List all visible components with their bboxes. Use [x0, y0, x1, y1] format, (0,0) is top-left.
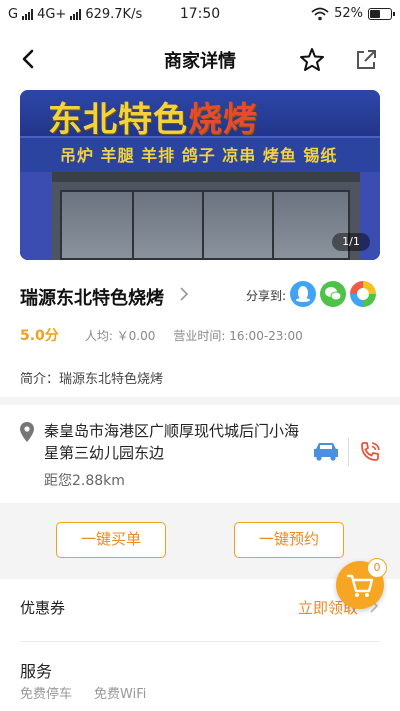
share-moments-button[interactable] [350, 281, 376, 307]
battery-fill [370, 9, 381, 18]
phone-call-icon[interactable] [358, 440, 382, 464]
share-icon[interactable] [352, 46, 380, 74]
wechat-icon [325, 287, 342, 301]
service-tag: 免费停车 [20, 687, 73, 702]
awning [20, 172, 380, 182]
qq-penguin-icon [296, 286, 310, 302]
favorite-star-icon[interactable] [298, 46, 326, 74]
quick-pay-button[interactable]: 一键买单 [56, 522, 166, 558]
image-counter: 1/1 [332, 233, 370, 251]
store-name[interactable]: 瑞源东北特色烧烤 [20, 284, 164, 310]
navigate-car-icon[interactable] [312, 440, 340, 462]
service-tag: 免费WiFi [94, 687, 147, 702]
coupon-label: 优惠券 [20, 599, 66, 617]
status-right: 52% [311, 6, 395, 21]
store-meta-row: 5.0分 人均: ￥0.00 营业时间: 16:00-23:00 [20, 325, 303, 345]
page-title: 商家详情 [164, 51, 236, 72]
pillar-left [20, 172, 52, 260]
wifi-icon [311, 7, 329, 20]
store-intro: 简介：瑞源东北特色烧烤 [20, 372, 164, 387]
quick-reserve-button[interactable]: 一键预约 [234, 522, 344, 558]
share-to-label: 分享到: [246, 289, 287, 303]
row-divider [20, 641, 380, 642]
shop-sign-menu-text: 吊炉 羊腿 羊排 鸽子 凉串 烤鱼 锡纸 [60, 146, 338, 165]
cart-count-badge: 0 [367, 558, 387, 578]
share-wechat-button[interactable] [320, 281, 346, 307]
store-address: 秦皇岛市海港区广顺厚现代城后门小海星第三幼儿园东边 [44, 422, 300, 462]
status-bar: G 4G+ 629.7K/s 17:50 52% [0, 0, 400, 30]
shop-sign-main: 东北特色 [48, 100, 188, 140]
shop-sign-menu: 吊炉 羊腿 羊排 鸽子 凉串 烤鱼 锡纸 [20, 136, 380, 172]
service-tags: 免费停车 免费WiFi [20, 683, 146, 702]
store-distance: 距您2.88km [44, 473, 125, 489]
business-hours: 营业时间: 16:00-23:00 [173, 329, 303, 343]
store-photo[interactable]: 东北特色烧烤 吊炉 羊腿 羊排 鸽子 凉串 烤鱼 锡纸 1/1 [20, 90, 380, 260]
shop-door [60, 190, 350, 260]
average-price: 人均: ￥0.00 [84, 329, 156, 343]
services-title: 服务 [20, 662, 53, 681]
battery-percent: 52% [334, 6, 363, 21]
nav-bar: 商家详情 [0, 30, 400, 88]
battery-icon [368, 7, 395, 20]
chevron-right-icon[interactable] [178, 286, 190, 302]
section-divider [0, 397, 400, 405]
action-divider [348, 438, 349, 466]
shop-sign-accent: 烧烤 [188, 100, 258, 140]
share-qq-button[interactable] [290, 281, 316, 307]
rating-score: 5.0分 [20, 328, 59, 344]
location-pin-icon [20, 422, 34, 442]
shop-sign-text: 东北特色烧烤 [48, 92, 258, 141]
